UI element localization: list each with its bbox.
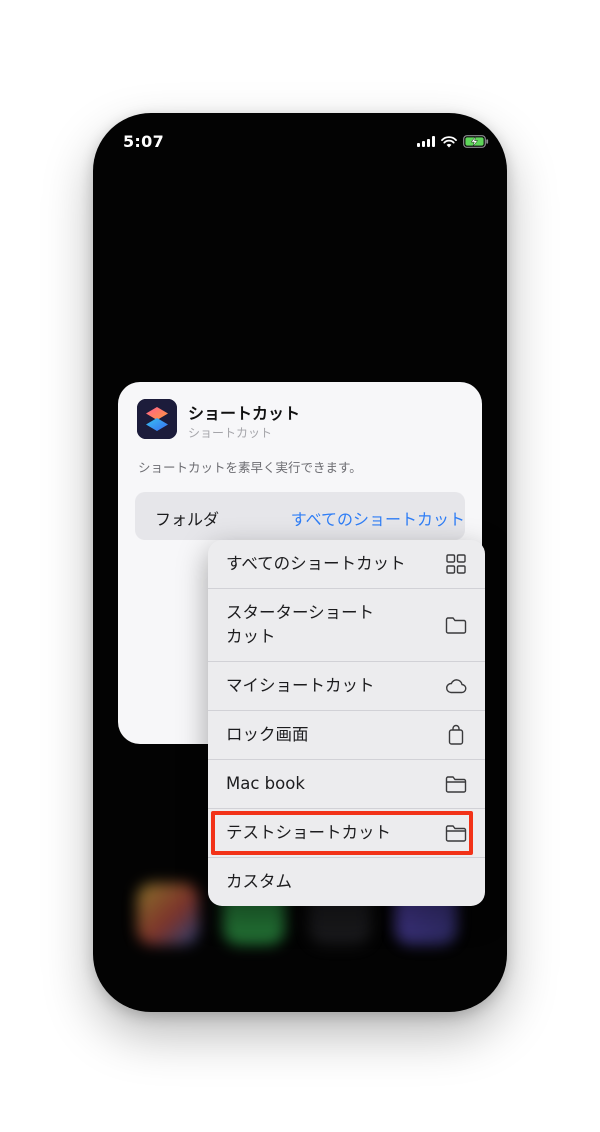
grid-icon [444, 552, 468, 576]
folder-icon [444, 821, 468, 845]
status-time: 5:07 [123, 132, 164, 151]
blurred-dock-app [137, 883, 199, 945]
folder-icon [444, 613, 468, 637]
menu-item-my-shortcuts[interactable]: マイショートカット [208, 662, 485, 711]
menu-item-label: マイショートカット [226, 676, 375, 695]
menu-item-label: Mac book [226, 774, 305, 793]
status-icons [417, 135, 489, 148]
menu-item-label: スターターショート カット [226, 603, 375, 646]
status-bar: 5:07 [93, 113, 507, 173]
signal-icon [417, 136, 435, 147]
menu-item-starter-shortcuts[interactable]: スターターショート カット [208, 589, 485, 662]
menu-item-label: すべてのショートカット [226, 554, 406, 573]
cloud-icon [444, 674, 468, 698]
menu-item-lock-screen[interactable]: ロック画面 [208, 711, 485, 760]
menu-item-label: ロック画面 [226, 725, 309, 744]
menu-item-custom[interactable]: カスタム [208, 858, 485, 906]
widget-description: ショートカットを素早く実行できます。 [138, 460, 362, 475]
shortcuts-app-icon [137, 399, 177, 439]
wifi-icon [441, 135, 457, 147]
menu-item-label: カスタム [226, 872, 292, 891]
folder-value[interactable]: すべてのショートカット [291, 506, 465, 530]
battery-charging-icon [463, 135, 489, 148]
menu-item-all-shortcuts[interactable]: すべてのショートカット [208, 540, 485, 589]
widget-app-subtitle: ショートカット [188, 426, 273, 440]
bag-icon [444, 723, 468, 747]
widget-app-title: ショートカット [188, 404, 301, 423]
menu-item-mac-book[interactable]: Mac book [208, 760, 485, 809]
folder-label: フォルダ [155, 510, 220, 529]
menu-item-test-shortcuts[interactable]: テストショートカット [208, 809, 485, 858]
menu-item-label: テストショートカット [226, 823, 391, 842]
folder-dropdown-menu: すべてのショートカット スターターショート カット マイショートカット ロック画… [208, 540, 485, 906]
folder-icon [444, 772, 468, 796]
phone-screen: 5:07 ショートカット ショートカット ショートカットを素早く実行できます。 … [93, 113, 507, 1012]
folder-select-row[interactable]: フォルダ すべてのショートカット [135, 492, 465, 540]
